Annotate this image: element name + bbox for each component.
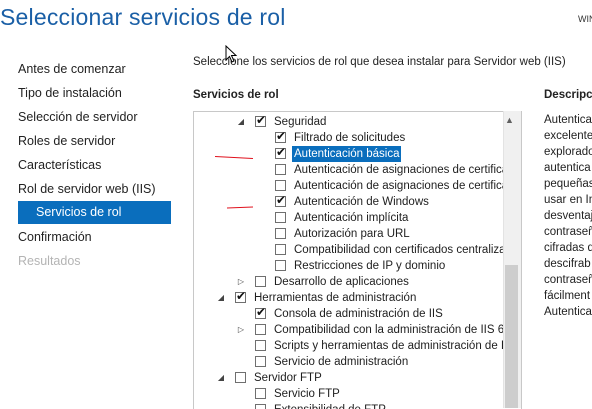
checkbox[interactable]: ✔ bbox=[255, 305, 266, 319]
description-line: Autentica bbox=[544, 306, 592, 318]
nav-item[interactable]: Roles de servidor bbox=[18, 134, 115, 148]
tree-item[interactable]: Scripts y herramientas de administración… bbox=[194, 338, 515, 354]
tree-item-label: Servidor FTP bbox=[254, 372, 322, 384]
triangle-down-icon[interactable]: ◢ bbox=[236, 114, 246, 130]
tree-item-label: Herramientas de administración bbox=[254, 292, 417, 304]
scrollbar-thumb[interactable] bbox=[505, 265, 518, 408]
nav-item-label: Servicios de rol bbox=[36, 205, 122, 219]
description-line: cifradas d bbox=[544, 242, 592, 254]
nav-item[interactable]: Confirmación bbox=[18, 230, 92, 244]
description-line: descifrab bbox=[544, 258, 591, 270]
description-line: explorado bbox=[544, 146, 592, 158]
nav-item[interactable]: Antes de comenzar bbox=[18, 62, 126, 76]
checkbox[interactable]: ✔ bbox=[255, 113, 266, 127]
tree-item[interactable]: Servicio de administración bbox=[194, 354, 504, 370]
checkbox[interactable] bbox=[235, 372, 246, 383]
checkbox[interactable]: ✔ bbox=[275, 129, 286, 143]
nav-item-selected[interactable]: Servicios de rol bbox=[18, 201, 171, 224]
triangle-right-icon[interactable]: ▷ bbox=[236, 322, 246, 338]
checkbox[interactable]: ✔ bbox=[275, 193, 286, 207]
checkbox[interactable] bbox=[255, 356, 266, 367]
description-line: fácilment bbox=[544, 290, 591, 302]
tree-item-label: Compatibilidad con certificados centrali… bbox=[294, 244, 512, 256]
tree-item[interactable]: ◢ ✔ Herramientas de administración bbox=[194, 289, 504, 306]
description-line: usar en In bbox=[544, 194, 592, 206]
scroll-up-arrow-icon[interactable]: ▲ bbox=[505, 115, 514, 125]
check-icon: ✔ bbox=[276, 129, 287, 143]
description-line: Autentica bbox=[544, 114, 592, 126]
tree-item-label: Autenticación de asignaciones de certifi… bbox=[294, 164, 515, 176]
check-icon: ✔ bbox=[276, 193, 287, 207]
checkbox[interactable]: ✔ bbox=[235, 289, 246, 303]
checkbox[interactable] bbox=[255, 340, 266, 351]
mouse-pointer-icon bbox=[225, 45, 238, 63]
description-text: Autentica excelente explorado autentica pequ… bbox=[544, 112, 592, 320]
tree-item[interactable]: Autenticación implícita bbox=[194, 210, 504, 226]
server-name: WIN bbox=[578, 14, 592, 24]
tree-item-label: Autorización para URL bbox=[294, 228, 410, 240]
tree-item[interactable]: Restricciones de IP y dominio bbox=[194, 258, 504, 274]
nav-item: Resultados bbox=[18, 254, 81, 268]
tree-item[interactable]: ◢ ✔ Seguridad bbox=[194, 113, 504, 130]
check-icon: ✔ bbox=[236, 289, 247, 303]
description-line: contraseñ bbox=[544, 274, 592, 286]
nav-item[interactable]: Características bbox=[18, 158, 101, 172]
checkbox[interactable] bbox=[255, 324, 266, 335]
tree-item[interactable]: Servicio FTP bbox=[194, 386, 504, 402]
tree-item-label: Autenticación básica bbox=[292, 146, 402, 162]
tree-item-label: Restricciones de IP y dominio bbox=[294, 260, 446, 272]
checkbox[interactable] bbox=[275, 260, 286, 271]
instruction-text: Seleccione los servicios de rol que dese… bbox=[193, 56, 566, 68]
tree-item-label: Compatibilidad con la administración de … bbox=[274, 324, 505, 336]
tree-item-label: Autenticación implícita bbox=[294, 212, 409, 224]
description-line: desventaj bbox=[544, 210, 592, 222]
tree-item-label: Consola de administración de IIS bbox=[274, 308, 443, 320]
tree-item[interactable]: Autorización para URL bbox=[194, 226, 504, 242]
checkbox[interactable] bbox=[275, 164, 286, 175]
checkbox[interactable] bbox=[275, 212, 286, 223]
nav-item[interactable]: Rol de servidor web (IIS) bbox=[18, 182, 156, 196]
checkbox[interactable] bbox=[275, 228, 286, 239]
tree-item[interactable]: ✔ Autenticación básica bbox=[194, 145, 504, 162]
nav-item[interactable]: Selección de servidor bbox=[18, 110, 138, 124]
tree-item-label: Desarrollo de aplicaciones bbox=[274, 276, 409, 288]
checkbox[interactable] bbox=[275, 244, 286, 255]
tree-item-label: Autenticación de asignaciones de certifi… bbox=[294, 180, 515, 192]
tree-item-label: Servicio de administración bbox=[274, 356, 409, 368]
checkbox[interactable] bbox=[275, 180, 286, 191]
check-icon: ✔ bbox=[256, 113, 267, 127]
role-services-tree[interactable]: ◢ ✔ Seguridad ✔ Filtrado de solicitudes ✔ Aute… bbox=[193, 111, 522, 409]
checkbox[interactable]: ✔ bbox=[275, 145, 286, 159]
checkbox[interactable] bbox=[255, 404, 266, 409]
tree-item-label: Servicio FTP bbox=[274, 388, 340, 400]
tree-item[interactable]: ▷ Compatibilidad con la administración de… bbox=[194, 322, 504, 338]
description-line: contraseñ bbox=[544, 226, 592, 238]
tree-item[interactable]: Compatibilidad con certificados centrali… bbox=[194, 242, 512, 258]
description-header: Descripci bbox=[544, 89, 592, 101]
description-line: autentica bbox=[544, 162, 591, 174]
tree-item[interactable]: ✔ Consola de administración de IIS bbox=[194, 305, 504, 322]
tree-item[interactable]: Autenticación de asignaciones de certifi… bbox=[194, 178, 515, 194]
tree-item[interactable]: ◢ Servidor FTP bbox=[194, 370, 504, 386]
tree-item-label: Scripts y herramientas de administración… bbox=[274, 340, 515, 352]
triangle-down-icon[interactable]: ◢ bbox=[216, 290, 226, 306]
triangle-down-icon[interactable]: ◢ bbox=[216, 370, 226, 386]
check-icon: ✔ bbox=[256, 305, 267, 319]
tree-item-label: Autenticación de Windows bbox=[294, 196, 429, 208]
tree-item-label: Filtrado de solicitudes bbox=[294, 132, 406, 144]
page-title: Seleccionar servicios de rol bbox=[0, 4, 286, 30]
services-header: Servicios de rol bbox=[193, 89, 279, 101]
tree-item[interactable]: Autenticación de asignaciones de certifi… bbox=[194, 162, 515, 178]
checkbox[interactable] bbox=[255, 276, 266, 287]
nav-item[interactable]: Tipo de instalación bbox=[18, 86, 122, 100]
tree-item[interactable]: ✔ Filtrado de solicitudes bbox=[194, 129, 504, 146]
check-icon: ✔ bbox=[276, 145, 287, 159]
description-line: excelente bbox=[544, 130, 592, 142]
description-line: pequeñas bbox=[544, 178, 592, 190]
checkbox[interactable] bbox=[255, 388, 266, 399]
